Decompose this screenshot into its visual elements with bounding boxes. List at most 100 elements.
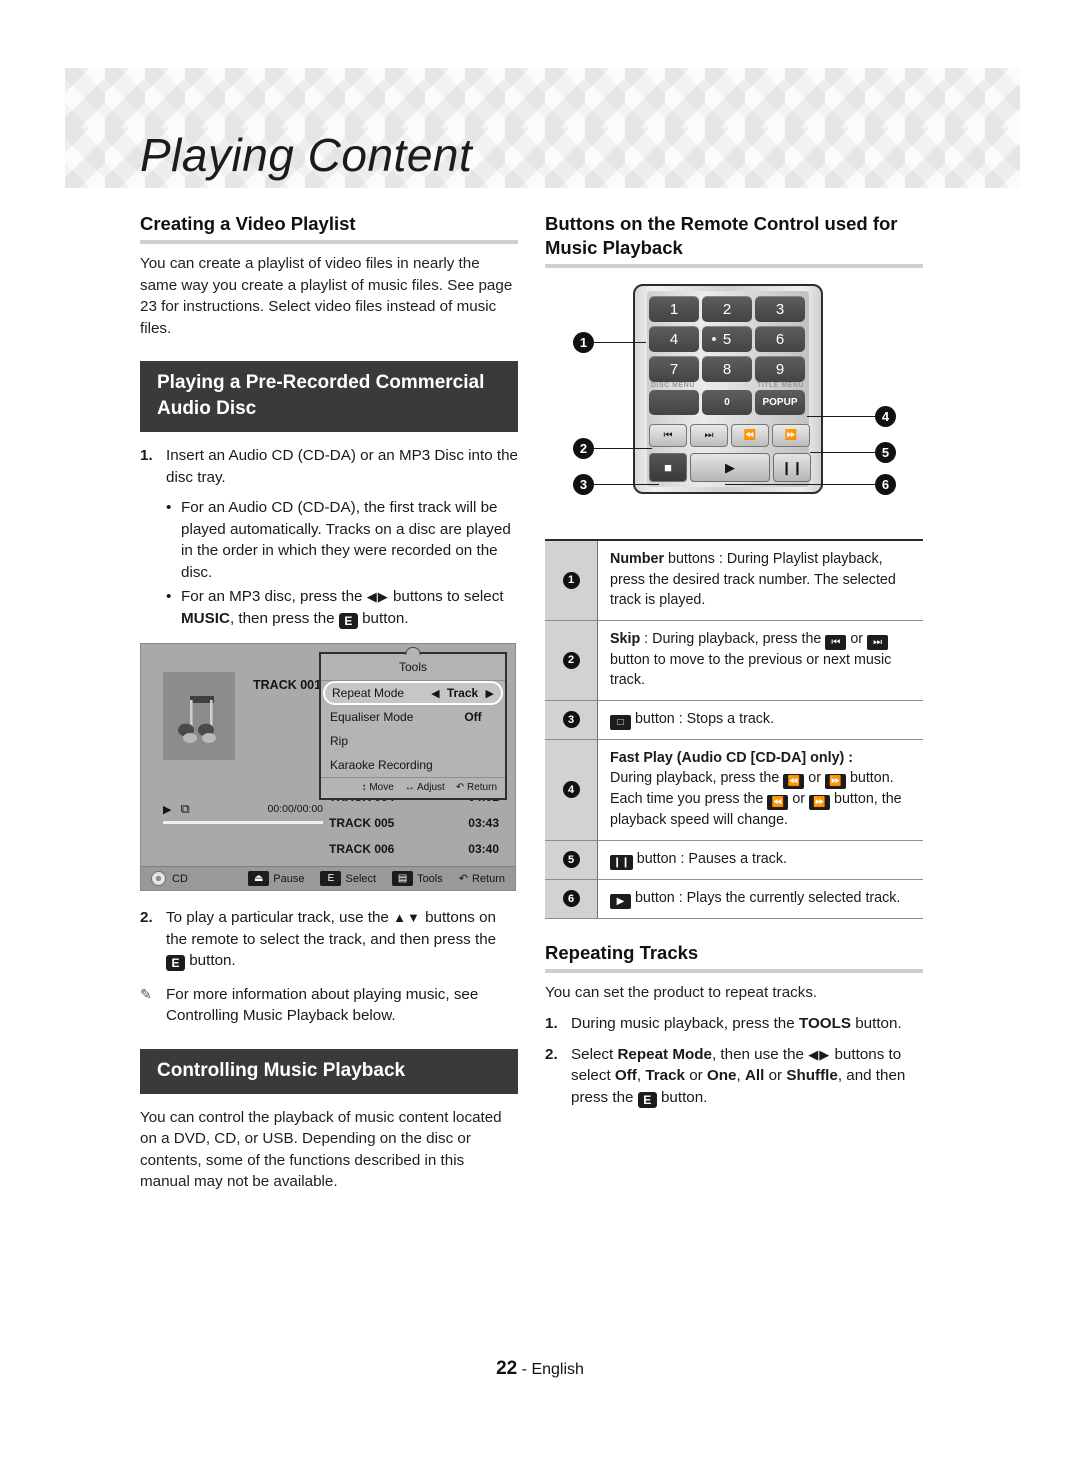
- legend-5-text: button : Pauses a track.: [636, 850, 787, 867]
- player-screen-mockup: TRACK 001 ▶ ⧉ 00:00/00:00 TRACK 004 04:0…: [140, 643, 516, 891]
- bullet-dot-icon: •: [166, 588, 172, 605]
- remote-key-rewind[interactable]: ⏪: [731, 424, 769, 447]
- remote-key-5[interactable]: 5: [702, 326, 752, 352]
- remote-key-6[interactable]: 6: [755, 326, 805, 352]
- remote-key-play[interactable]: ▶: [690, 453, 770, 482]
- legend-badge-3: 3: [562, 711, 580, 728]
- step-1: 1. Insert an Audio CD (CD-DA) or an MP3 …: [140, 445, 518, 488]
- legend-3-text: button : Stops a track.: [634, 710, 775, 727]
- heading-repeating-tracks: Repeating Tracks: [545, 941, 923, 973]
- page-number: 22: [496, 1358, 518, 1379]
- move-label: Move: [369, 782, 394, 793]
- right-arrow-icon[interactable]: ▶: [486, 687, 494, 700]
- track-list-item[interactable]: TRACK 005 03:43: [327, 810, 505, 836]
- bullet-audio-cd-text: For an Audio CD (CD-DA), the first track…: [181, 499, 511, 581]
- remote-key-1[interactable]: 1: [649, 296, 699, 322]
- disc-menu-label: DISC MENU: [651, 382, 695, 389]
- remote-control-diagram: 1 2 3 4 5 6 7 8 9 DISC MENU TITLE MENU 0…: [545, 278, 923, 523]
- mp3-text-3: , then press the: [229, 609, 335, 627]
- callout-3-leader-line: [594, 484, 659, 485]
- remote-key-0[interactable]: 0: [702, 390, 752, 415]
- rep1-text-1: During music playback, press the: [571, 1015, 795, 1032]
- repeat-step-1-number: 1.: [545, 1015, 558, 1032]
- bullet-mp3-disc-text: For an MP3 disc, press the ◀▶ buttons to…: [181, 586, 518, 629]
- remote-key-8[interactable]: 8: [702, 356, 752, 382]
- tools-row-rip[interactable]: Rip: [321, 729, 505, 753]
- disc-icon: [151, 871, 166, 886]
- rewind-icon: ⏪: [767, 795, 789, 810]
- legend-badge-6: 6: [562, 890, 580, 907]
- music-note-icon: [178, 696, 216, 743]
- callout-5-leader-line: [810, 452, 875, 453]
- legend-2-text-b: or: [850, 630, 864, 647]
- playback-progress-area: ▶ ⧉ 00:00/00:00: [163, 801, 323, 824]
- tools-row-repeat-mode[interactable]: Repeat Mode ◀ Track ▶: [323, 681, 503, 705]
- return-key-icon: ↶: [458, 873, 468, 885]
- select-key-icon: E: [320, 871, 342, 886]
- remote-key-9[interactable]: 9: [755, 356, 805, 382]
- legend-4-text-d: or: [792, 791, 806, 807]
- remote-key-fast-forward[interactable]: ⏩: [772, 424, 810, 447]
- track-name: TRACK 005: [329, 816, 395, 830]
- tools-row-equaliser-mode[interactable]: Equaliser Mode Off: [321, 705, 505, 729]
- remote-key-stop[interactable]: ■: [649, 453, 687, 482]
- remote-key-skip-forward[interactable]: ⏭: [690, 424, 728, 447]
- tools-bold-label: TOOLS: [798, 1015, 851, 1032]
- legend-2-text-c: button to move to the previous or next m…: [610, 651, 892, 689]
- remote-key-4[interactable]: 4: [649, 326, 699, 352]
- status-hint-tools[interactable]: ▤ Tools: [392, 871, 443, 886]
- status-hint-pause[interactable]: ⏏ Pause: [248, 871, 304, 886]
- legend-badge-4: 4: [562, 781, 580, 798]
- legend-row-2: 2 Skip : During playback, press the ⏮ or…: [545, 620, 923, 701]
- fast-forward-icon: ⏩: [809, 795, 831, 810]
- status-hint-select[interactable]: E Select: [320, 871, 376, 886]
- right-column: Buttons on the Remote Control used for M…: [545, 212, 923, 1117]
- legend-4-text-a: During playback, press the: [610, 770, 780, 786]
- callout-4-leader-line: [807, 416, 875, 417]
- remote-key-disc-menu[interactable]: [649, 390, 699, 415]
- left-arrow-icon[interactable]: ◀: [431, 687, 439, 700]
- enter-button-icon: E: [166, 955, 185, 971]
- left-column: Creating a Video Playlist You can create…: [140, 212, 518, 1203]
- legend-text-2: Skip : During playback, press the ⏮ or ⏭…: [598, 621, 923, 700]
- remote-key-7[interactable]: 7: [649, 356, 699, 382]
- page-title: Playing Content: [140, 129, 473, 181]
- music-bold-label: MUSIC: [181, 609, 230, 627]
- repeat-step-2-number: 2.: [545, 1045, 558, 1063]
- return-hint-label: Return: [471, 872, 505, 885]
- return-icon: ↶: [455, 782, 465, 793]
- stop-icon: □: [610, 714, 631, 730]
- repeat-mode-bold-label: Repeat Mode: [617, 1045, 712, 1063]
- legend-badge-5: 5: [562, 851, 580, 868]
- track-duration: 03:43: [468, 816, 499, 830]
- remote-key-skip-back[interactable]: ⏮: [649, 424, 687, 447]
- mp3-text-2: buttons to select: [392, 588, 504, 605]
- remote-key-popup[interactable]: POPUP: [755, 390, 805, 415]
- legend-row-1: 1 Number buttons : During Playlist playb…: [545, 541, 923, 621]
- legend-4-text-b: or: [808, 770, 821, 786]
- legend-text-6: ▶ button : Plays the currently selected …: [598, 880, 923, 918]
- rep2-text-1: Select: [571, 1045, 614, 1063]
- step-2-number: 2.: [140, 909, 153, 926]
- controlling-music-paragraph: You can control the playback of music co…: [140, 1108, 502, 1191]
- legend-text-4: Fast Play (Audio CD [CD-DA] only) : Durin…: [598, 740, 923, 840]
- legend-4-bold: Fast Play (Audio CD [CD-DA] only) :: [610, 749, 854, 766]
- status-hint-return[interactable]: ↶ Return: [458, 872, 505, 886]
- remote-key-3[interactable]: 3: [755, 296, 805, 322]
- track-list-item[interactable]: TRACK 006 03:40: [327, 836, 505, 862]
- remote-key-2[interactable]: 2: [702, 296, 752, 322]
- legend-row-6: 6 ▶ button : Plays the currently selecte…: [545, 879, 923, 919]
- remote-button-legend-table: 1 Number buttons : During Playlist playb…: [545, 539, 923, 919]
- bullet-mp3-disc: • For an MP3 disc, press the ◀▶ buttons …: [166, 586, 518, 629]
- step-2: 2. To play a particular track, use the ▲…: [140, 907, 518, 972]
- tools-row-karaoke-recording[interactable]: Karaoke Recording: [321, 753, 505, 777]
- mp3-text-1: For an MP3 disc, press the: [181, 588, 363, 605]
- legend-number-cell: 2: [545, 620, 598, 700]
- pause-hint-label: Pause: [273, 872, 305, 885]
- album-art-thumbnail: [163, 672, 235, 760]
- tools-dialog-title: Tools: [321, 654, 505, 681]
- remote-key-pause[interactable]: ❙❙: [773, 453, 811, 482]
- legend-number-cell: 5: [545, 840, 598, 879]
- progress-bar[interactable]: [163, 821, 323, 824]
- legend-6-text: button : Plays the currently selected tr…: [634, 889, 901, 906]
